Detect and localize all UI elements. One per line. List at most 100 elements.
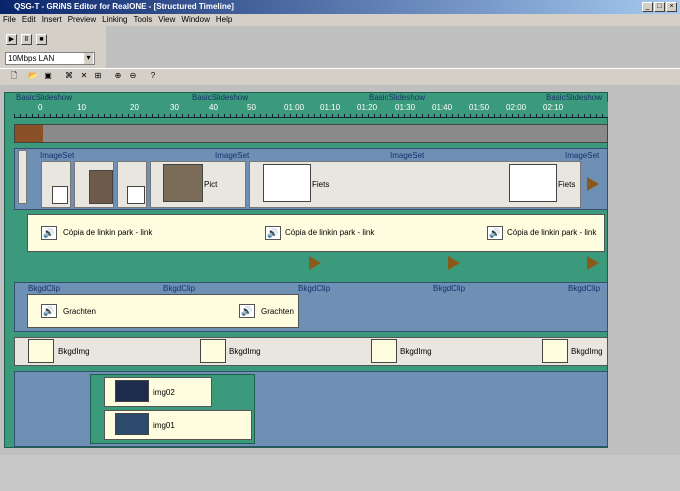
ruler-tick-label: 02:00 bbox=[506, 103, 527, 112]
img01-label: img01 bbox=[153, 421, 175, 430]
pict-label: Pict bbox=[204, 180, 218, 189]
menu-bar: File Edit Insert Preview Linking Tools View Win… bbox=[0, 14, 680, 26]
bkgdimg-label: BkgdImg bbox=[229, 347, 261, 356]
image-thumbnail bbox=[89, 170, 113, 204]
ruler-tick-label: 02:10 bbox=[543, 103, 564, 112]
image-thumbnail bbox=[127, 186, 145, 204]
fiets-label: Fiets bbox=[312, 180, 330, 189]
speaker-icon: 🔊 bbox=[239, 304, 255, 318]
audio-clip-label: Cópia de linkin park - link bbox=[285, 228, 375, 237]
bkgdclip-label-repeat: BkgdClip bbox=[298, 284, 331, 293]
zoom-in-icon[interactable]: ⊕ bbox=[112, 70, 124, 82]
speaker-icon: 🔊 bbox=[265, 226, 281, 240]
menu-tools[interactable]: Tools bbox=[131, 15, 156, 24]
bandwidth-select[interactable]: 10Mbps LAN ▾ bbox=[5, 52, 95, 65]
window-title: QSG-T - GRiNS Editor for RealONE - [Stru… bbox=[14, 2, 234, 11]
menu-file[interactable]: File bbox=[0, 15, 19, 24]
minimize-button[interactable]: _ bbox=[642, 2, 653, 12]
image-node[interactable] bbox=[41, 161, 71, 208]
bkgd-audio-label: Grachten bbox=[63, 307, 96, 316]
ruler-tick-label: 01:40 bbox=[432, 103, 453, 112]
chevron-down-icon[interactable]: ▾ bbox=[84, 53, 93, 64]
menu-preview[interactable]: Preview bbox=[65, 15, 99, 24]
image-node-pict[interactable]: Pict bbox=[150, 161, 246, 208]
ruler-tick-label: 01:00 bbox=[284, 103, 305, 112]
play-button[interactable]: ▶ bbox=[6, 34, 17, 45]
speaker-icon: 🔊 bbox=[41, 226, 57, 240]
ruler-tick-label: 40 bbox=[209, 103, 218, 112]
bkgdimg-label: BkgdImg bbox=[400, 347, 432, 356]
image-thumbnail bbox=[52, 186, 68, 204]
continue-arrow-icon[interactable] bbox=[309, 256, 321, 270]
overview-playhead[interactable] bbox=[15, 125, 43, 142]
image-node[interactable] bbox=[74, 161, 114, 208]
bkgdimg-track[interactable] bbox=[14, 337, 608, 366]
img02-clip[interactable]: img02 bbox=[104, 377, 212, 407]
basic-slideshow-label: BasicSlideshow bbox=[16, 93, 73, 102]
basic-slideshow-label-repeat: BasicSlideshow bbox=[192, 93, 249, 102]
menu-help[interactable]: Help bbox=[213, 15, 235, 24]
maximize-button[interactable]: □ bbox=[654, 2, 665, 12]
imageset-handles[interactable] bbox=[18, 150, 27, 204]
menu-linking[interactable]: Linking bbox=[99, 15, 130, 24]
menu-window[interactable]: Window bbox=[178, 15, 212, 24]
help-icon[interactable]: ? bbox=[147, 70, 159, 82]
imageset-label-repeat: ImageSet bbox=[390, 151, 425, 160]
menu-edit[interactable]: Edit bbox=[19, 15, 39, 24]
ruler-tick-label: 0 bbox=[38, 103, 43, 112]
image-node[interactable] bbox=[117, 161, 147, 208]
img01-clip[interactable]: img01 bbox=[104, 410, 252, 440]
ruler-tick-label: 30 bbox=[170, 103, 179, 112]
continue-arrow-icon[interactable] bbox=[448, 256, 460, 270]
bkgdimg-thumbnail bbox=[542, 339, 568, 363]
imageset-label-repeat: ImageSet bbox=[565, 151, 600, 160]
bkgdclip-label: BkgdClip bbox=[28, 284, 61, 293]
continue-arrow-icon[interactable] bbox=[587, 256, 599, 270]
pict-thumbnail bbox=[163, 164, 203, 202]
bkgdclip-label-repeat: BkgdClip bbox=[433, 284, 466, 293]
speaker-icon: 🔊 bbox=[41, 304, 57, 318]
pause-button[interactable]: Ⅱ bbox=[21, 34, 32, 45]
fiets-thumbnail bbox=[509, 164, 557, 202]
audio-clip-label: Cópia de linkin park - link bbox=[507, 228, 597, 237]
ruler-tick-label: 10 bbox=[77, 103, 86, 112]
structure-view-icon[interactable]: ⌘ bbox=[63, 70, 75, 82]
menu-view[interactable]: View bbox=[155, 15, 178, 24]
zoom-out-icon[interactable]: ⊖ bbox=[127, 70, 139, 82]
save-icon[interactable]: ▣ bbox=[42, 70, 54, 82]
basic-slideshow-label-repeat: BasicSlideshow bbox=[369, 93, 426, 102]
close-button[interactable]: × bbox=[666, 2, 677, 12]
bkgdimg-thumbnail bbox=[371, 339, 397, 363]
menu-insert[interactable]: Insert bbox=[39, 15, 65, 24]
fiets-thumbnail bbox=[263, 164, 311, 202]
stop-button[interactable]: ■ bbox=[36, 34, 47, 45]
ruler-tick-label: 01:20 bbox=[357, 103, 378, 112]
bkgdclip-label-repeat: BkgdClip bbox=[163, 284, 196, 293]
img02-thumbnail bbox=[115, 380, 149, 402]
bkgdimg-thumbnail bbox=[200, 339, 226, 363]
new-file-icon[interactable]: 🗋 bbox=[8, 70, 20, 82]
basic-slideshow-label-repeat: BasicSlideshow bbox=[546, 93, 603, 102]
speaker-icon: 🔊 bbox=[487, 226, 503, 240]
timeline-overview-bar[interactable] bbox=[14, 124, 608, 143]
ruler-tick-label: 01:50 bbox=[469, 103, 490, 112]
bkgd-audio-label: Grachten bbox=[261, 307, 294, 316]
ruler-tick-label: 01:10 bbox=[320, 103, 341, 112]
imageset-label-repeat: ImageSet bbox=[215, 151, 250, 160]
bkgdimg-thumbnail bbox=[28, 339, 54, 363]
continue-arrow-icon[interactable] bbox=[587, 177, 599, 191]
properties-icon[interactable]: ⊞ bbox=[92, 70, 104, 82]
imageset-label: ImageSet bbox=[40, 151, 75, 160]
fiets-label: Fiets bbox=[558, 180, 576, 189]
img02-label: img02 bbox=[153, 388, 175, 397]
delete-node-icon[interactable]: ✕ bbox=[78, 70, 90, 82]
image-node-fiets[interactable]: Fiets Fiets bbox=[249, 161, 581, 208]
bkgdimg-label: BkgdImg bbox=[571, 347, 603, 356]
ruler-tick-label: 50 bbox=[247, 103, 256, 112]
audio-clip-label: Cópia de linkin park - link bbox=[63, 228, 153, 237]
ruler-tick-label: 20 bbox=[130, 103, 139, 112]
img01-thumbnail bbox=[115, 413, 149, 435]
ruler-tick-label: 01:30 bbox=[395, 103, 416, 112]
open-folder-icon[interactable]: 📂 bbox=[27, 70, 39, 82]
bkgdimg-label: BkgdImg bbox=[58, 347, 90, 356]
